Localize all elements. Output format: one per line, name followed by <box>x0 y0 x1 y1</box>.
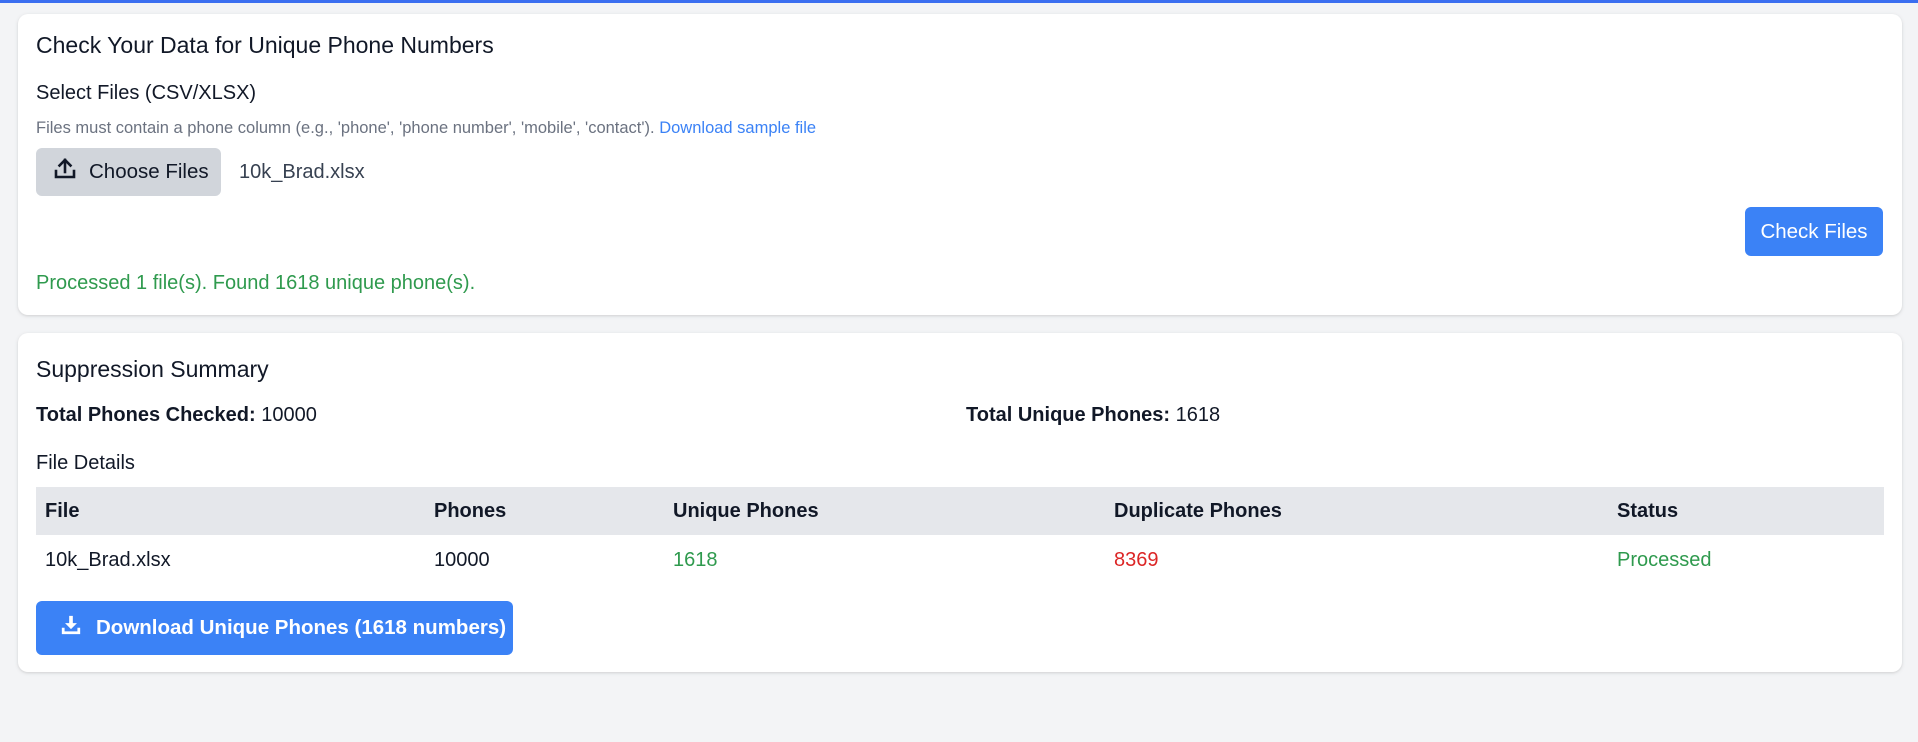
upload-title: Check Your Data for Unique Phone Numbers <box>36 32 494 58</box>
column-header-duplicate-phones: Duplicate Phones <box>1114 500 1282 522</box>
total-checked-value: 10000 <box>261 404 317 426</box>
select-files-label: Select Files (CSV/XLSX) <box>36 82 257 104</box>
download-button-label: Download Unique Phones (1618 numbers) <box>96 616 507 639</box>
total-unique-phones: Total Unique Phones: 1618 <box>966 404 1220 427</box>
column-header-phones: Phones <box>434 500 507 522</box>
column-header-file: File <box>45 500 80 522</box>
upload-card: Check Your Data for Unique Phone Numbers… <box>18 14 1902 315</box>
choose-files-label: Choose Files <box>89 160 209 183</box>
download-icon <box>60 614 82 642</box>
upload-icon <box>53 157 77 187</box>
total-phones-checked: Total Phones Checked: 10000 <box>36 404 317 427</box>
file-details-title: File Details <box>36 452 135 474</box>
cell-status: Processed <box>1617 549 1712 571</box>
download-sample-link[interactable]: Download sample file <box>659 119 816 137</box>
download-unique-phones-button[interactable]: Download Unique Phones (1618 numbers) <box>36 601 513 655</box>
total-unique-value: 1618 <box>1175 404 1221 426</box>
cell-phones: 10000 <box>434 549 490 571</box>
choose-files-button[interactable]: Choose Files <box>36 148 221 196</box>
chosen-file-name: 10k_Brad.xlsx <box>239 161 365 183</box>
file-details-table: File Phones Unique Phones Duplicate Phon… <box>36 487 1884 585</box>
summary-title: Suppression Summary <box>36 356 269 382</box>
cell-duplicate-phones: 8369 <box>1114 549 1159 571</box>
column-header-status: Status <box>1617 500 1679 522</box>
cell-unique-phones: 1618 <box>673 549 718 571</box>
total-unique-label: Total Unique Phones: <box>966 404 1171 426</box>
hint-text: Files must contain a phone column (e.g.,… <box>36 119 655 137</box>
cell-file: 10k_Brad.xlsx <box>45 549 171 571</box>
column-header-unique-phones: Unique Phones <box>673 500 819 522</box>
total-checked-label: Total Phones Checked: <box>36 404 256 426</box>
table-header-row: File Phones Unique Phones Duplicate Phon… <box>36 487 1884 535</box>
file-requirements-hint: Files must contain a phone column (e.g.,… <box>36 119 816 138</box>
summary-card: Suppression Summary Total Phones Checked… <box>18 333 1902 672</box>
top-accent-bar <box>0 0 1918 3</box>
table-row: 10k_Brad.xlsx 10000 1618 8369 Processed <box>36 535 1884 585</box>
check-files-button[interactable]: Check Files <box>1745 207 1883 256</box>
status-message: Processed 1 file(s). Found 1618 unique p… <box>36 272 476 294</box>
